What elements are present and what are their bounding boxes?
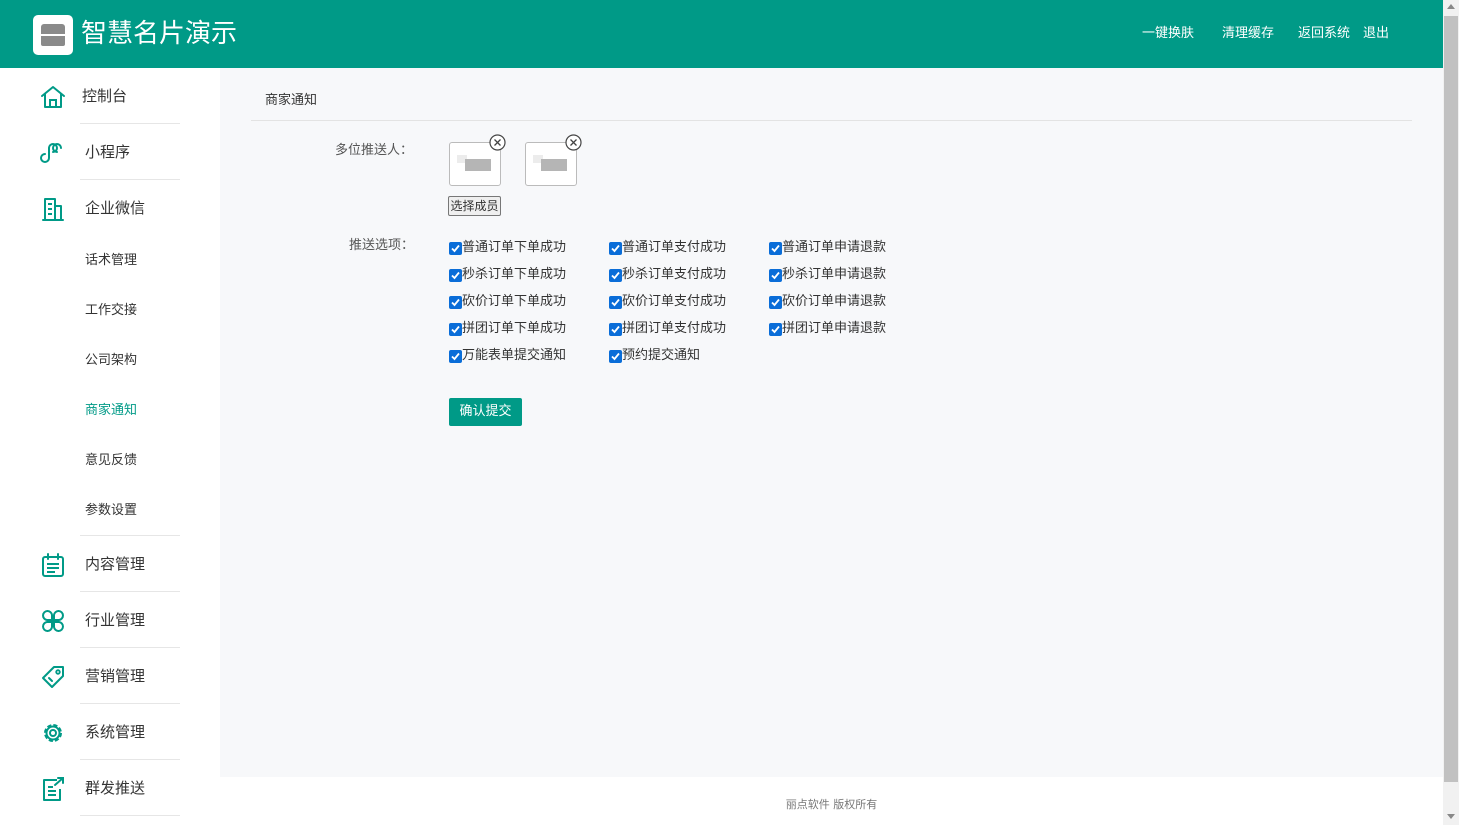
switch-skin-link[interactable]: 一键换肤	[1142, 24, 1194, 44]
close-icon[interactable]	[489, 134, 506, 151]
gear-icon	[44, 724, 62, 742]
option-label: 普通订单下单成功	[462, 240, 567, 255]
option-label: 砍价订单申请退款	[782, 294, 887, 309]
submenu-item-label: 话术管理	[85, 253, 138, 268]
submenu-item-org-structure[interactable]: 公司架构	[0, 341, 220, 381]
top-header: 智慧名片演示 一键换肤 清理缓存 返回系统 退出	[0, 0, 1443, 68]
sidebar-item-mini-program[interactable]: 小程序	[0, 124, 220, 180]
broadcast-export-icon	[43, 777, 64, 801]
push-recipients-label: 多位推送人：	[335, 143, 414, 158]
push-options-label: 推送选项：	[349, 238, 415, 253]
sidebar-item-label: 控制台	[82, 87, 128, 105]
submenu-item-label: 意见反馈	[85, 453, 138, 468]
home-icon	[41, 86, 65, 108]
option-label: 预约提交通知	[622, 348, 701, 363]
option-label: 万能表单提交通知	[462, 348, 567, 363]
option-label: 普通订单支付成功	[622, 240, 727, 255]
grid-clover-icon	[42, 610, 64, 632]
submenu-item-feedback[interactable]: 意见反馈	[0, 441, 220, 481]
sidebar-item-label: 群发推送	[85, 779, 146, 797]
submenu-item-label: 公司架构	[85, 353, 138, 368]
sidebar-item-dashboard[interactable]: 控制台	[0, 68, 220, 124]
sidebar-item-label: 系统管理	[85, 723, 146, 741]
submenu-item-label: 商家通知	[85, 403, 138, 418]
sidebar-item-industry[interactable]: 行业管理	[0, 592, 220, 648]
scroll-thumb[interactable]	[1444, 16, 1458, 782]
option-label: 秒杀订单下单成功	[462, 267, 567, 282]
sidebar-item-label: 行业管理	[85, 611, 146, 629]
checkbox-checked[interactable]	[449, 323, 462, 336]
member-avatar-card	[449, 134, 506, 186]
sidebar-item-label: 内容管理	[85, 555, 146, 573]
submenu-item-merchant-notice[interactable]: 商家通知	[0, 391, 220, 431]
checkbox-checked[interactable]	[449, 296, 462, 309]
submenu-item-handover[interactable]: 工作交接	[0, 291, 220, 331]
checkbox-checked[interactable]	[769, 323, 782, 336]
return-system-link[interactable]: 返回系统	[1298, 24, 1350, 44]
scroll-up-arrow-icon[interactable]	[1447, 4, 1455, 9]
option-label: 拼团订单支付成功	[622, 321, 727, 336]
close-icon[interactable]	[565, 134, 582, 151]
option-label: 砍价订单下单成功	[462, 294, 567, 309]
sidebar-item-label: 小程序	[85, 143, 131, 161]
checkbox-checked[interactable]	[609, 350, 622, 363]
sidebar-item-wecom[interactable]: 企业微信	[0, 180, 220, 236]
store-icon	[33, 15, 73, 55]
checkbox-checked[interactable]	[449, 269, 462, 282]
footer: 丽点软件 版权所有	[220, 777, 1443, 825]
app-title: 智慧名片演示	[81, 19, 238, 49]
sidebar-item-marketing[interactable]: 营销管理	[0, 648, 220, 704]
copyright-text: 丽点软件 版权所有	[785, 798, 878, 811]
checkbox-checked[interactable]	[609, 296, 622, 309]
calendar-list-icon	[42, 553, 64, 577]
checkbox-checked[interactable]	[609, 242, 622, 255]
sidebar-item-broadcast[interactable]: 群发推送	[0, 760, 220, 816]
sidebar-item-label: 企业微信	[85, 199, 146, 217]
mini-program-icon	[40, 143, 62, 163]
title-divider	[251, 120, 1412, 121]
page-title: 商家通知	[265, 93, 318, 108]
checkbox-checked[interactable]	[769, 242, 782, 255]
option-label: 拼团订单下单成功	[462, 321, 567, 336]
option-label: 秒杀订单申请退款	[782, 267, 887, 282]
submenu-item-label: 工作交接	[85, 303, 138, 318]
main-content: 商家通知 多位推送人： 选择成员 推送选项： 普通订单下单成功 普通订单支付成功	[220, 68, 1443, 777]
checkbox-checked[interactable]	[769, 269, 782, 282]
submenu-item-parameters[interactable]: 参数设置	[0, 491, 220, 531]
sidebar-item-label: 营销管理	[85, 667, 146, 685]
checkbox-checked[interactable]	[449, 350, 462, 363]
select-members-button[interactable]: 选择成员	[448, 196, 501, 216]
option-label: 普通订单申请退款	[782, 240, 887, 255]
option-label: 秒杀订单支付成功	[622, 267, 727, 282]
option-label: 拼团订单申请退款	[782, 321, 887, 336]
scroll-down-arrow-icon[interactable]	[1447, 814, 1455, 819]
member-avatar-card	[525, 134, 582, 186]
building-icon	[42, 198, 64, 221]
tag-icon	[42, 666, 64, 688]
checkbox-checked[interactable]	[609, 269, 622, 282]
sidebar-item-system[interactable]: 系统管理	[0, 704, 220, 760]
sidebar: 控制台 小程序 企业微信 话术管理 工作交接 公司架构 商家通知 意见反馈 参数…	[0, 68, 220, 825]
sidebar-item-content[interactable]: 内容管理	[0, 536, 220, 592]
submenu-item-scripts[interactable]: 话术管理	[0, 241, 220, 281]
logout-link[interactable]: 退出	[1363, 24, 1389, 44]
submenu-item-label: 参数设置	[85, 503, 138, 518]
checkbox-checked[interactable]	[609, 323, 622, 336]
page-scrollbar[interactable]	[1443, 0, 1459, 825]
option-label: 砍价订单支付成功	[622, 294, 727, 309]
checkbox-checked[interactable]	[449, 242, 462, 255]
submit-button[interactable]: 确认提交	[449, 398, 522, 426]
clear-cache-link[interactable]: 清理缓存	[1222, 24, 1274, 44]
checkbox-checked[interactable]	[769, 296, 782, 309]
sidebar-divider	[80, 815, 180, 816]
